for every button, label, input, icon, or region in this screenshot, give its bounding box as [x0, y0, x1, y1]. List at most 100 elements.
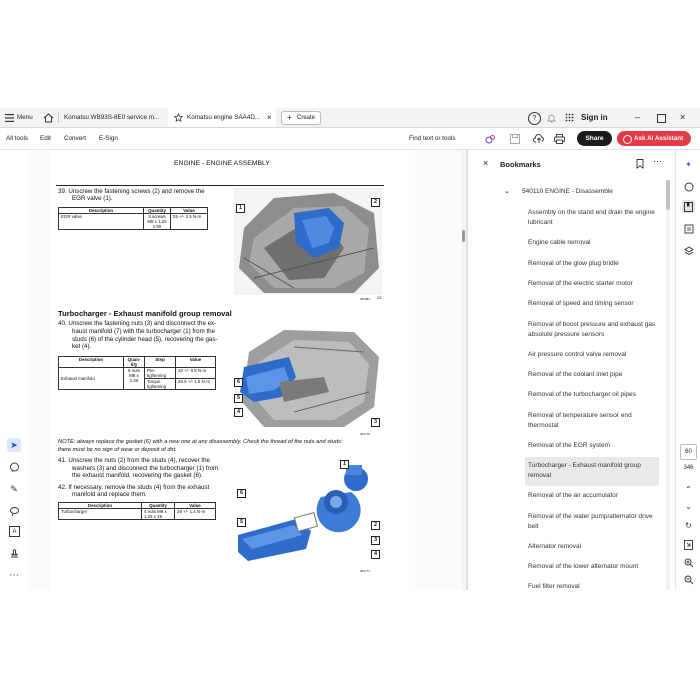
callout-5: 5	[237, 518, 246, 527]
apps-grid-icon[interactable]	[564, 112, 575, 123]
pane-splitter[interactable]	[466, 150, 468, 590]
callout-1: 1	[340, 460, 349, 469]
select-cursor-icon[interactable]: ➤	[7, 438, 21, 452]
share-button[interactable]: Share	[577, 131, 612, 146]
bookmark-item[interactable]: Removal of the coolant inlet pipe	[528, 370, 656, 380]
bookmark-item[interactable]: Removal of the glow plug bridle	[528, 259, 656, 269]
more-options-icon[interactable]: ⋯	[653, 156, 662, 167]
save-icon[interactable]	[509, 133, 521, 145]
find-text-field[interactable]: Find text or tools	[409, 128, 456, 149]
pen-icon[interactable]: ✎	[7, 482, 21, 496]
page-fit-icon[interactable]	[682, 538, 695, 551]
close-tab-icon[interactable]: ×	[267, 108, 272, 127]
bookmark-item[interactable]: Removal of the air accumulator	[528, 491, 656, 501]
ai-sparkle-icon[interactable]	[484, 133, 496, 145]
section-title: Turbocharger - Exhaust manifold group re…	[58, 309, 232, 318]
all-tools-menu[interactable]: All tools	[6, 128, 28, 149]
comment-icon[interactable]	[7, 460, 21, 474]
maximize-icon[interactable]	[657, 114, 666, 123]
callout-1: 1	[236, 204, 245, 213]
print-icon[interactable]	[553, 133, 565, 145]
table-header: Step	[144, 356, 176, 368]
table-cell: 28.5 +/- 1.5 N·m	[175, 378, 216, 390]
bookmark-item[interactable]: Assembly on the stand end drain the engi…	[528, 208, 656, 228]
star-icon[interactable]	[174, 113, 183, 122]
table-cell: Turbocharger	[58, 508, 142, 520]
total-pages: 346	[683, 465, 694, 471]
upload-cloud-icon[interactable]	[532, 133, 545, 145]
chevron-up-icon[interactable]: ⌃	[682, 483, 695, 496]
chevron-down-icon[interactable]: ⌄	[504, 187, 510, 195]
step-40-line2: haust manifold (7) with the turbocharger…	[72, 328, 216, 335]
create-label: Create	[297, 115, 316, 121]
hamburger-menu-icon[interactable]	[5, 113, 14, 122]
layers-rail-icon[interactable]	[682, 244, 695, 257]
chevron-down-icon[interactable]: ⌄	[682, 500, 695, 513]
bookmark-item[interactable]: Fuel filter removal	[528, 582, 656, 590]
bookmark-add-icon[interactable]	[635, 159, 645, 169]
stamp-icon[interactable]	[7, 546, 21, 560]
current-page-input[interactable]: 60	[680, 444, 697, 460]
close-pane-icon[interactable]: ×	[483, 158, 488, 168]
table-cell: 28 +/- 1.4 N·m	[174, 508, 216, 520]
bookmark-item[interactable]: Removal of temperature sensor end thermo…	[528, 411, 656, 431]
bookmarks-title: Bookmarks	[500, 160, 541, 169]
more-tools-icon[interactable]: ⋯	[7, 568, 21, 582]
table-header: Quan-tity	[123, 356, 145, 368]
tab-engine-manual[interactable]: Komatsu engine SAA4D... ×	[168, 108, 276, 127]
ai-assistant-rail-icon[interactable]: ✦	[682, 158, 695, 171]
bookmark-item[interactable]: Removal of the EGR system	[528, 441, 656, 451]
callout-4: 4	[234, 408, 243, 417]
pdf-page: ENGINE - ENGINE ASSEMBLY 39. Unscrew the…	[50, 150, 415, 590]
table-cell: 8 nuts M8 x 1.25	[123, 367, 145, 390]
note-line2: there must be no sign of wear or deposit…	[58, 447, 177, 453]
scrollbar-thumb[interactable]	[462, 230, 465, 242]
table-cell: Exhaust manifold	[58, 367, 124, 390]
minimize-icon[interactable]: –	[635, 108, 640, 127]
rotate-icon[interactable]: ↻	[682, 519, 695, 532]
tab-bar: Menu Komatsu WB93S-8E0 service m... Koma…	[0, 108, 700, 128]
bell-icon[interactable]	[546, 112, 557, 123]
tab-service-manual[interactable]: Komatsu WB93S-8E0 service m...	[64, 108, 164, 127]
comments-rail-icon[interactable]	[682, 180, 695, 193]
table-header: Value	[175, 356, 216, 368]
callout-3: 3	[371, 536, 380, 545]
close-window-icon[interactable]: ×	[680, 108, 685, 127]
lasso-icon[interactable]	[7, 504, 21, 518]
egr-torque-table: Description Quantity Value EGR valve 3 scre…	[58, 207, 208, 230]
edit-menu[interactable]: Edit	[40, 128, 51, 149]
table-cell: Pre-tightening	[144, 367, 176, 379]
bookmark-item[interactable]: Alternator removal	[528, 542, 656, 552]
convert-menu[interactable]: Convert	[64, 128, 86, 149]
bookmarks-scrollbar[interactable]	[666, 180, 670, 590]
callout-2: 2	[371, 521, 380, 530]
bookmark-item[interactable]: Removal of boost pressure and exhaust ga…	[528, 320, 656, 340]
esign-menu[interactable]: E-Sign	[99, 128, 118, 149]
step-41-line1: 41. Unscrew the nuts (2) from the studs …	[58, 457, 210, 464]
callout-5: 5	[234, 394, 243, 403]
bookmark-item[interactable]: Air pressure control valve removal	[528, 350, 656, 360]
ask-ai-assistant-button[interactable]: Ask AI Assistant	[617, 131, 691, 146]
pages-rail-icon[interactable]	[682, 222, 695, 235]
bookmarks-rail-icon[interactable]	[682, 200, 695, 213]
ai-assistant-icon	[623, 135, 632, 144]
create-button[interactable]: + Create	[281, 111, 321, 125]
sign-in-link[interactable]: Sign in	[581, 108, 608, 127]
zoom-out-icon[interactable]	[682, 573, 695, 586]
bookmark-item-selected[interactable]: Turbocharger - Exhaust manifold group re…	[528, 461, 656, 481]
text-box-icon[interactable]: A	[9, 526, 20, 537]
bookmark-item[interactable]: Removal of the turbocharger oil pipes	[528, 390, 656, 400]
home-icon[interactable]	[42, 112, 54, 123]
bookmark-parent[interactable]: 540110 ENGINE - Disassemble	[522, 188, 613, 195]
bookmark-item[interactable]: Engine cable removal	[528, 238, 656, 248]
bookmarks-scrollbar-thumb[interactable]	[666, 180, 670, 210]
step-42-line2: manifold and replace them.	[72, 491, 147, 498]
menu-label[interactable]: Menu	[17, 108, 33, 127]
bookmark-item[interactable]: Removal of the lower alternator mount	[528, 562, 656, 572]
bookmark-item[interactable]: Removal of the electric starter motor	[528, 279, 656, 289]
bookmark-item[interactable]: Removal of speed and timing sensor	[528, 299, 656, 309]
zoom-in-icon[interactable]	[682, 556, 695, 569]
bookmark-item[interactable]: Removal of the water pump/alternator dri…	[528, 512, 656, 532]
help-icon[interactable]: ?	[528, 112, 541, 125]
table-cell: 10 +/- 0.5 N·m	[175, 367, 216, 379]
